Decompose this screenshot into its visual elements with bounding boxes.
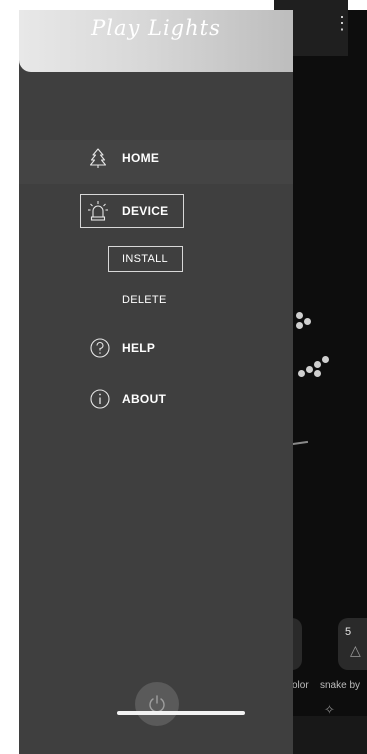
app-bottom-bar: [292, 716, 367, 754]
effect-label-snake: snake by: [320, 680, 361, 691]
nav-label-home: HOME: [122, 151, 160, 165]
drawer-header: Play Lights: [19, 10, 293, 72]
nav-label-help: HELP: [122, 341, 156, 355]
tree-icon: [89, 148, 107, 168]
sub-item-delete[interactable]: DELETE: [122, 294, 167, 306]
light-bead: [296, 312, 303, 319]
app-title: Play Lights: [91, 16, 221, 40]
power-button[interactable]: [135, 682, 179, 726]
nav-label-device: DEVICE: [122, 204, 169, 218]
nav-item-about[interactable]: ABOUT: [89, 388, 166, 410]
nav-item-home[interactable]: HOME: [87, 147, 159, 169]
navigation-drawer: Play Lights HOME DEVICE INSTALL DELETE H…: [19, 10, 293, 754]
light-bead: [296, 322, 303, 329]
help-circle-icon: [90, 338, 110, 358]
sub-label-install[interactable]: INSTALL: [122, 253, 168, 265]
light-bead: [314, 370, 321, 377]
info-circle-icon: [90, 389, 110, 409]
light-bead: [304, 318, 311, 325]
light-bead: [298, 370, 305, 377]
effect-label-color: olor: [292, 680, 309, 691]
magic-wand-icon[interactable]: ✧: [324, 702, 335, 718]
light-bead: [306, 366, 313, 373]
light-bead: [322, 356, 329, 363]
tree-icon: △: [350, 642, 361, 658]
thumbnail-number: 5: [345, 626, 352, 638]
overflow-menu-icon[interactable]: ⋮: [333, 14, 351, 32]
system-home-indicator[interactable]: [117, 711, 245, 715]
light-bead: [314, 361, 321, 368]
siren-icon: [88, 201, 108, 221]
nav-item-device-content[interactable]: DEVICE: [87, 200, 168, 222]
nav-item-help[interactable]: HELP: [89, 337, 155, 359]
nav-label-about: ABOUT: [122, 392, 167, 406]
